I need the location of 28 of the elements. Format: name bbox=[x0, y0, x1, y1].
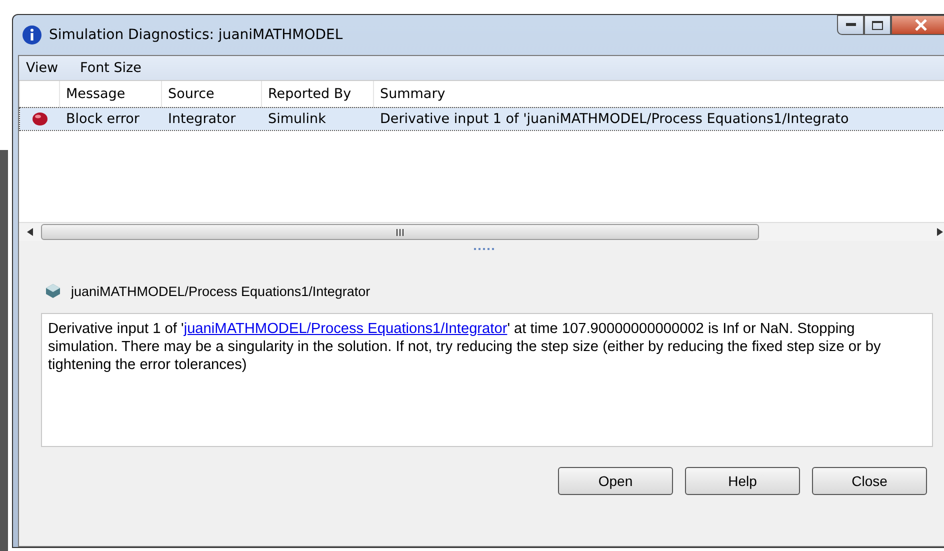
table-cell-text: Block error bbox=[65, 111, 140, 127]
scroll-thumb[interactable] bbox=[41, 224, 759, 240]
close-icon bbox=[914, 19, 928, 31]
scroll-right-icon[interactable] bbox=[937, 228, 943, 236]
menu-item[interactable]: Font Size bbox=[80, 60, 142, 76]
minimize-icon bbox=[846, 23, 856, 27]
error-icon bbox=[32, 112, 48, 126]
scroll-left-icon[interactable] bbox=[27, 228, 33, 236]
info-icon bbox=[22, 25, 42, 45]
table-cell-text: Derivative input 1 of 'juaniMATHMODEL/Process Equations1/Integrato bbox=[379, 111, 850, 127]
message-text: Derivative input 1 of 'juaniMATHMODEL/Process Equations1/Integrator' at time 107.90000000000002 is Inf or NaN. Stopping simulation. There may be a singularity in the solution. If not, try reducing the step size (either by reducing the fixed step size or by tightening the error tolerances) bbox=[41, 313, 933, 447]
minimize-button[interactable] bbox=[837, 15, 864, 35]
close-button[interactable] bbox=[891, 15, 944, 35]
maximize-icon bbox=[872, 20, 883, 30]
horizontal-scrollbar[interactable] bbox=[19, 222, 944, 241]
table-cell-text: Integrator bbox=[167, 111, 237, 127]
window-title: Simulation Diagnostics: juaniMATHMODEL bbox=[49, 27, 343, 43]
table-cell-text: Simulink bbox=[267, 111, 327, 127]
block-link[interactable]: juaniMATHMODEL/Process Equations1/Integrator bbox=[184, 321, 508, 337]
dialog-button[interactable]: Open bbox=[558, 467, 673, 495]
table-row[interactable]: Block error Integrator Simulink Derivative input 1 of 'juaniMATHMODEL/Process Equations1/Integrato bbox=[20, 108, 944, 130]
block-path: juaniMATHMODEL/Process Equations1/Integrator bbox=[71, 284, 370, 298]
maximize-button[interactable] bbox=[864, 15, 891, 35]
block-icon bbox=[45, 283, 61, 299]
dialog-button[interactable]: Help bbox=[685, 467, 800, 495]
dialog-button[interactable]: Close bbox=[812, 467, 927, 495]
splitter-handle[interactable] bbox=[474, 248, 496, 250]
menu-item[interactable]: View bbox=[26, 60, 58, 76]
